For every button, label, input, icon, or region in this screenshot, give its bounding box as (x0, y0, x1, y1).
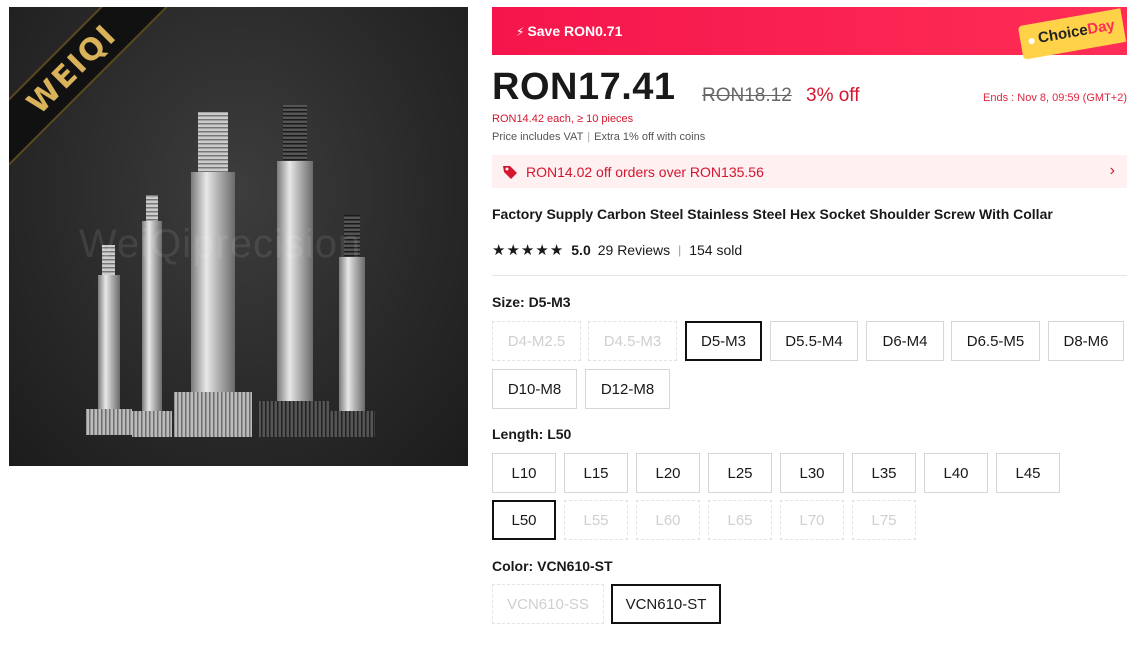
star-icon: ★ (535, 242, 549, 259)
size-option[interactable]: D6-M4 (866, 321, 944, 361)
coupon-tag-icon (503, 165, 517, 179)
size-option[interactable]: D4-M2.5 (492, 321, 581, 361)
length-option[interactable]: L60 (636, 500, 700, 540)
original-price: RON18.12 (702, 85, 792, 106)
rating-row: ★ ★ ★ ★ ★ 5.0 29 Reviews | 154 sold (492, 241, 742, 259)
vat-note: Price includes VAT | Extra 1% off with coi… (492, 131, 705, 143)
sold-count: 154 sold (689, 242, 743, 258)
tag-hole-icon (1028, 37, 1036, 45)
length-option[interactable]: L35 (852, 453, 916, 493)
color-option-selected[interactable]: VCN610-ST (611, 584, 721, 624)
coupon-text: RON14.02 off orders over RON135.56 (526, 163, 764, 180)
length-option[interactable]: L20 (636, 453, 700, 493)
save-text: Save RON0.71 (527, 23, 623, 39)
star-rating: ★ ★ ★ ★ ★ (492, 241, 563, 259)
vat-separator: | (587, 131, 591, 143)
size-option[interactable]: D5.5-M4 (770, 321, 858, 361)
sale-end-time: Ends : Nov 8, 09:59 (GMT+2) (983, 92, 1127, 104)
color-option[interactable]: VCN610-SS (492, 584, 604, 624)
section-divider (492, 275, 1127, 276)
length-option[interactable]: L10 (492, 453, 556, 493)
size-option-selected[interactable]: D5-M3 (685, 321, 762, 361)
length-option[interactable]: L25 (708, 453, 772, 493)
length-option-selected[interactable]: L50 (492, 500, 556, 540)
length-option[interactable]: L70 (780, 500, 844, 540)
size-option[interactable]: D6.5-M5 (951, 321, 1040, 361)
star-icon: ★ (506, 242, 520, 259)
length-option[interactable]: L15 (564, 453, 628, 493)
discount-percent: 3% off (806, 85, 860, 106)
length-option[interactable]: L40 (924, 453, 988, 493)
lightning-icon: ⚡ (516, 25, 525, 39)
reviews-link[interactable]: 29 Reviews (598, 242, 670, 258)
coins-text: Extra 1% off with coins (594, 131, 706, 143)
rating-divider: | (678, 243, 682, 257)
size-label: Size: D5-M3 (492, 294, 571, 310)
image-watermark: WeiQiprecision (79, 222, 362, 266)
length-label: Length: L50 (492, 426, 572, 442)
length-option[interactable]: L45 (996, 453, 1060, 493)
size-option[interactable]: D4.5-M3 (588, 321, 677, 361)
bulk-price: RON14.42 each, ≥ 10 pieces (492, 113, 634, 125)
save-label: ⚡ Save RON0.71 (516, 23, 622, 39)
size-option[interactable]: D8-M6 (1048, 321, 1124, 361)
size-option[interactable]: D10-M8 (492, 369, 577, 409)
vat-text: Price includes VAT (492, 131, 584, 143)
star-icon: ★ (549, 242, 564, 259)
chevron-right-icon: › (1109, 162, 1115, 179)
length-option[interactable]: L75 (852, 500, 916, 540)
star-icon: ★ (520, 242, 535, 259)
length-option[interactable]: L55 (564, 500, 628, 540)
rating-score: 5.0 (571, 242, 591, 258)
product-title: Factory Supply Carbon Steel Stainless St… (492, 206, 1053, 222)
star-icon: ★ (492, 242, 506, 259)
length-option[interactable]: L65 (708, 500, 772, 540)
current-price: RON17.41 (492, 66, 676, 108)
sale-banner: ⚡ Save RON0.71 ChoiceDay (492, 7, 1127, 60)
choice-day-text: ChoiceDay (1036, 16, 1117, 47)
color-label: Color: VCN610-ST (492, 558, 613, 574)
coupon-bar[interactable]: RON14.02 off orders over RON135.56 › (492, 155, 1127, 188)
choice-day-tag: ChoiceDay (1017, 8, 1127, 60)
size-option[interactable]: D12-M8 (585, 369, 670, 409)
length-option[interactable]: L30 (780, 453, 844, 493)
product-image[interactable]: WeiQiprecision WEIQI (9, 7, 468, 466)
